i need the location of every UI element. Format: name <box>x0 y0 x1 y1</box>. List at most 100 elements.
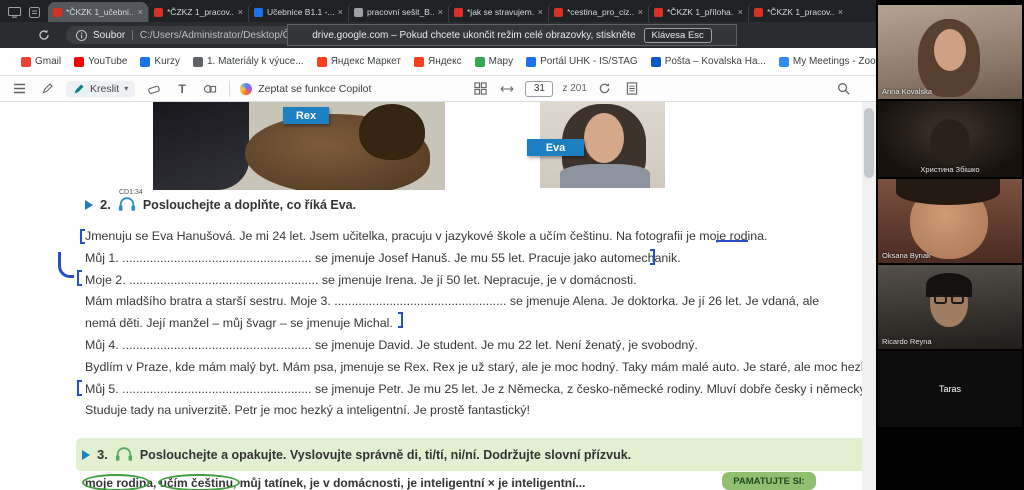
participant-tile[interactable]: Ricardo Reyna <box>878 265 1022 349</box>
draw-tool-dropdown[interactable]: Kreslit ▾ <box>66 81 135 97</box>
address-path: C:/Users/Administrator/Desktop/Češ... <box>140 30 309 41</box>
copilot-icon <box>240 83 252 95</box>
bookmark-label: Kurzy <box>154 56 180 67</box>
participant-name: Taras <box>878 384 1022 394</box>
browser-tab[interactable]: Učebnice B1.1 -... × <box>248 2 348 22</box>
pdf-favicon <box>154 8 163 17</box>
bookmark-label: Яндекс <box>428 56 462 67</box>
tab-close-icon[interactable]: × <box>438 8 443 17</box>
participant-name: Ricardo Reyna <box>882 337 932 346</box>
participant-tile[interactable]: Oksana Bynak <box>878 179 1022 263</box>
bookmark-gmail[interactable]: Gmail <box>21 56 61 67</box>
bookmark-yandex-market[interactable]: Яндекс Маркет <box>317 56 401 67</box>
reminder-box: PAMATUJTE SI: <box>722 472 816 490</box>
participant-tile[interactable]: Taras <box>878 351 1022 427</box>
participant-name: Христина Збішко <box>878 165 1022 174</box>
tab-title: *ČKZK 1_příloha... <box>667 7 734 17</box>
bookmark-portal-uhk[interactable]: Portál UHK - IS/STAG <box>526 56 638 67</box>
participant-tile[interactable]: Христина Збішко <box>878 101 1022 177</box>
tab-title: Učebnice B1.1 -... <box>267 7 334 17</box>
scrollbar-thumb[interactable] <box>864 108 874 178</box>
browser-tab[interactable]: *ČKZK 1_učebni... × <box>48 2 148 22</box>
youtube-icon <box>74 57 84 67</box>
rotate-icon[interactable] <box>596 80 614 98</box>
browser-tab[interactable]: *ČZKZ 1_pracov... × <box>148 2 248 22</box>
bookmarks-bar: Gmail YouTube Kurzy 1. Materiály k výuce… <box>0 48 1024 76</box>
text-tool-icon[interactable]: T <box>173 80 191 98</box>
glasses-detail <box>934 295 947 304</box>
tab-title: pracovní sešit_B... <box>367 7 434 17</box>
tab-title: *cestina_pro_ciz... <box>567 7 634 17</box>
exercise3-number: 3. <box>97 447 108 462</box>
tab-close-icon[interactable]: × <box>238 8 243 17</box>
copilot-label: Zeptat se funkce Copilot <box>258 83 371 95</box>
browser-tab[interactable]: *ČKZK 1_příloha... × <box>648 2 748 22</box>
address-separator: | <box>131 30 134 41</box>
participant-face <box>934 29 966 71</box>
exercise2-title: Poslouchejte a doplňte, co říká Eva. <box>143 198 356 212</box>
window-icons <box>0 7 48 22</box>
tab-close-icon[interactable]: × <box>838 8 843 17</box>
zoom-icon <box>779 57 789 67</box>
bookmark-zoom[interactable]: My Meetings - Zoom <box>779 56 884 67</box>
bookmark-label: YouTube <box>88 56 127 67</box>
shapes-icon[interactable] <box>201 80 219 98</box>
bookmark-yandex[interactable]: Яндекс <box>414 56 462 67</box>
page-number-input[interactable] <box>525 81 553 97</box>
exercise2-line: Mám mladšího bratra a starší sestru. Moj… <box>85 291 876 313</box>
pdf-toolbar: Kreslit ▾ T Zeptat se funkce Copilot z 2… <box>0 76 1024 102</box>
tab-title: *ČZKZ 1_pracov... <box>167 7 234 17</box>
tab-close-icon[interactable]: × <box>338 8 343 17</box>
headphones-icon <box>118 197 136 212</box>
participant-silhouette <box>926 273 972 297</box>
eva-top <box>560 164 650 188</box>
yandex-market-icon <box>317 57 327 67</box>
page-layout-icon[interactable] <box>623 80 641 98</box>
doc-favicon <box>254 8 263 17</box>
copilot-button[interactable]: Zeptat se funkce Copilot <box>240 83 371 95</box>
bookmark-mapy[interactable]: Mapy <box>475 56 513 67</box>
fit-width-icon[interactable] <box>498 80 516 98</box>
reload-icon[interactable] <box>38 29 50 41</box>
fullscreen-notice-text: drive.google.com – Pokud chcete ukončit … <box>312 30 635 41</box>
tab-close-icon[interactable]: × <box>738 8 743 17</box>
participant-tile[interactable]: Anna Kovalska <box>878 5 1022 99</box>
chevron-down-icon: ▾ <box>124 84 128 93</box>
menu-icon[interactable] <box>10 80 28 98</box>
tab-title: *jak se stravujem... <box>467 7 534 17</box>
search-icon[interactable] <box>834 80 852 98</box>
participant-silhouette <box>930 119 970 165</box>
tab-close-icon[interactable]: × <box>538 8 543 17</box>
rex-label: Rex <box>283 107 329 124</box>
bookmark-materialy-folder[interactable]: 1. Materiály k výuce... <box>193 56 304 67</box>
pen-annotation <box>77 380 82 396</box>
pen-icon <box>73 83 85 95</box>
browser-tab[interactable]: pracovní sešit_B... × <box>348 2 448 22</box>
bookmark-posta[interactable]: Pošta – Kovalska Ha... <box>651 56 766 67</box>
bookmark-kurzy[interactable]: Kurzy <box>140 56 180 67</box>
thumbnails-icon[interactable] <box>471 80 489 98</box>
exercise2-header: 2. Poslouchejte a doplňte, co říká Eva. <box>85 197 356 212</box>
participant-name: Anna Kovalska <box>882 87 932 96</box>
tab-close-icon[interactable]: × <box>638 8 643 17</box>
browser-tab[interactable]: *jak se stravujem... × <box>448 2 548 22</box>
tab-list-icon[interactable] <box>29 7 40 18</box>
select-pen-icon[interactable] <box>38 80 56 98</box>
page-controls: z 201 <box>471 80 640 98</box>
bookmark-youtube[interactable]: YouTube <box>74 56 127 67</box>
browser-tab[interactable]: *ČKZK 1_pracov... × <box>748 2 848 22</box>
esc-key-badge: Klávesa Esc <box>644 28 712 43</box>
eraser-icon[interactable] <box>145 80 163 98</box>
pdf-page: Rex Eva CD1:34 2. Poslouchejte a doplňte… <box>0 102 876 490</box>
scrollbar[interactable] <box>862 102 876 490</box>
pdf-favicon <box>554 8 563 17</box>
screen-share-icon <box>8 7 21 18</box>
tab-close-icon[interactable]: × <box>138 8 143 17</box>
doc-favicon <box>354 8 363 17</box>
browser-tab[interactable]: *cestina_pro_ciz... × <box>548 2 648 22</box>
green-pen-annotation <box>82 474 150 490</box>
info-icon[interactable] <box>76 30 87 41</box>
exercise-triangle-icon <box>82 450 90 460</box>
exercise2-number: 2. <box>100 197 111 212</box>
bookmark-label: Mapy <box>489 56 513 67</box>
